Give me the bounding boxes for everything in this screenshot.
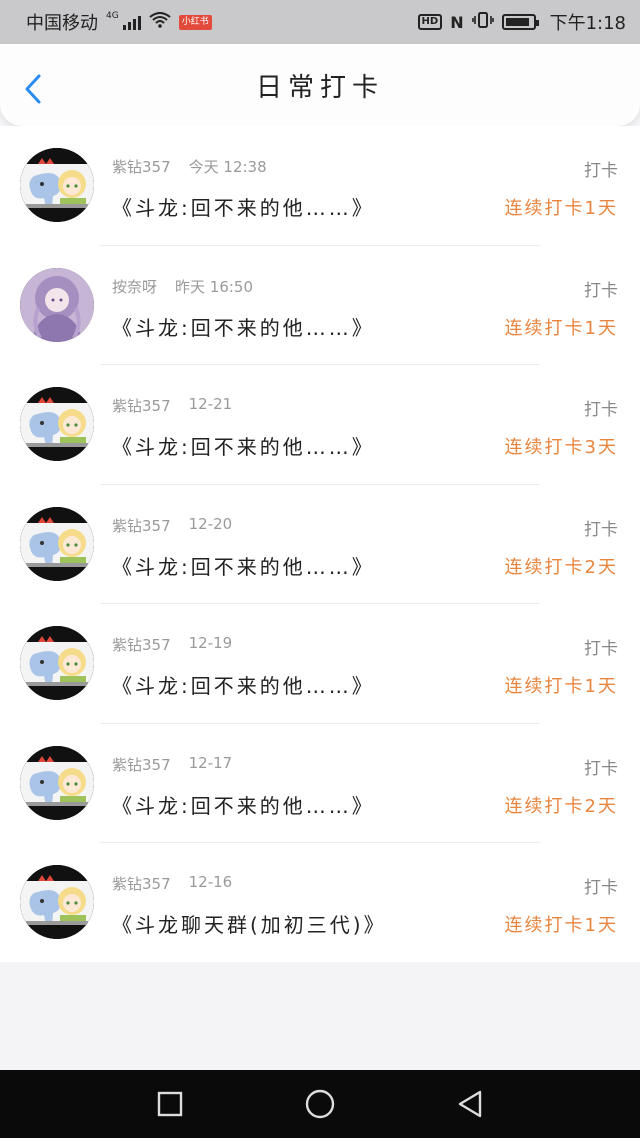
back-nav-button[interactable] — [450, 1084, 490, 1124]
username[interactable]: 紫钻357 — [112, 873, 171, 894]
username[interactable]: 紫钻357 — [112, 156, 171, 177]
streak-label: 连续打卡3天 — [504, 437, 618, 458]
status-left: 中国移动 4G 小红书 — [26, 9, 212, 35]
checkin-book-title: 《斗龙:回不来的他……》 — [112, 196, 375, 220]
avatar[interactable] — [20, 626, 94, 700]
system-nav-bar — [0, 1070, 640, 1138]
carrier-label: 中国移动 — [26, 13, 98, 34]
streak-label: 连续打卡1天 — [504, 915, 618, 936]
timestamp: 12-19 — [188, 634, 233, 652]
timestamp: 12-21 — [188, 395, 233, 413]
timestamp: 12-17 — [188, 753, 233, 772]
wifi-icon — [149, 11, 171, 33]
checkin-label: 打卡 — [584, 161, 618, 181]
timestamp: 12-16 — [188, 873, 233, 891]
checkin-label: 打卡 — [584, 878, 618, 898]
avatar[interactable] — [20, 387, 94, 461]
username[interactable]: 按奈呀 — [112, 276, 157, 297]
checkin-book-title: 《斗龙:回不来的他……》 — [112, 315, 375, 340]
streak-label: 连续打卡1天 — [504, 676, 618, 697]
page-header: 日常打卡 — [0, 44, 640, 126]
streak-label: 连续打卡1天 — [504, 317, 618, 339]
username[interactable]: 紫钻357 — [112, 395, 171, 416]
streak-label: 连续打卡1天 — [504, 198, 618, 219]
vibrate-icon — [471, 11, 494, 33]
nfc-icon: N — [450, 12, 464, 32]
list-item[interactable]: 按奈呀 昨天 16:50 《斗龙:回不来的他……》 打卡 连续打卡1天 — [0, 246, 640, 365]
avatar[interactable] — [20, 865, 94, 939]
checkin-label: 打卡 — [584, 639, 618, 659]
signal-icon — [122, 14, 141, 30]
list-item[interactable]: 紫钻357 12-16 《斗龙聊天群(加初三代)》 打卡 连续打卡1天 — [0, 843, 640, 963]
checkin-book-title: 《斗龙:回不来的他……》 — [112, 435, 375, 459]
chevron-left-icon — [25, 74, 41, 104]
app-notification-icon: 小红书 — [178, 14, 212, 30]
item-meta: 紫钻357 今天 12:38 — [112, 156, 267, 177]
avatar[interactable] — [20, 745, 94, 820]
checkin-label: 打卡 — [584, 400, 618, 420]
streak-label: 连续打卡2天 — [504, 795, 618, 817]
home-button[interactable] — [300, 1084, 340, 1124]
timestamp: 今天 12:38 — [188, 158, 267, 176]
circle-icon — [305, 1089, 335, 1119]
checkin-book-title: 《斗龙:回不来的他……》 — [112, 554, 375, 579]
triangle-back-icon — [458, 1090, 482, 1118]
page-title: 日常打卡 — [255, 72, 384, 103]
status-bar: 中国移动 4G 小红书 HD N 下午1:18 — [0, 0, 640, 44]
item-meta: 按奈呀 昨天 16:50 — [112, 276, 253, 297]
checkin-list: 紫钻357 今天 12:38 《斗龙:回不来的他……》 打卡 连续打卡1天 按奈… — [0, 126, 640, 962]
username[interactable]: 紫钻357 — [112, 634, 171, 655]
list-item[interactable]: 紫钻357 12-17 《斗龙:回不来的他……》 打卡 连续打卡2天 — [0, 724, 640, 843]
username[interactable]: 紫钻357 — [112, 515, 171, 536]
status-right: HD N 下午1:18 — [417, 9, 626, 35]
item-meta: 紫钻357 12-17 — [112, 754, 232, 775]
checkin-label: 打卡 — [584, 758, 618, 779]
checkin-book-title: 《斗龙:回不来的他……》 — [112, 674, 375, 698]
item-meta: 紫钻357 12-19 — [112, 634, 232, 655]
avatar[interactable] — [20, 506, 94, 581]
streak-label: 连续打卡2天 — [504, 556, 618, 578]
checkin-book-title: 《斗龙聊天群(加初三代)》 — [112, 913, 387, 937]
back-button[interactable] — [20, 72, 46, 106]
list-item[interactable]: 紫钻357 12-21 《斗龙:回不来的他……》 打卡 连续打卡3天 — [0, 365, 640, 485]
checkin-label: 打卡 — [584, 519, 618, 540]
list-item[interactable]: 紫钻357 12-19 《斗龙:回不来的他……》 打卡 连续打卡1天 — [0, 604, 640, 724]
timestamp: 昨天 16:50 — [175, 277, 254, 296]
checkin-book-title: 《斗龙:回不来的他……》 — [112, 793, 375, 818]
timestamp: 12-20 — [188, 514, 233, 533]
clock-time: 下午1:18 — [549, 13, 626, 34]
item-meta: 紫钻357 12-20 — [112, 515, 232, 536]
list-item[interactable]: 紫钻357 12-20 《斗龙:回不来的他……》 打卡 连续打卡2天 — [0, 485, 640, 604]
recents-button[interactable] — [150, 1084, 190, 1124]
avatar[interactable] — [20, 267, 94, 342]
square-icon — [157, 1091, 183, 1117]
battery-icon — [501, 14, 539, 30]
item-meta: 紫钻357 12-16 — [112, 873, 232, 894]
username[interactable]: 紫钻357 — [112, 754, 171, 775]
network-type: 4G — [106, 11, 119, 21]
item-meta: 紫钻357 12-21 — [112, 395, 232, 416]
avatar[interactable] — [20, 148, 94, 222]
hd-icon: HD — [417, 14, 443, 30]
checkin-label: 打卡 — [584, 280, 618, 301]
list-item[interactable]: 紫钻357 今天 12:38 《斗龙:回不来的他……》 打卡 连续打卡1天 — [0, 126, 640, 246]
